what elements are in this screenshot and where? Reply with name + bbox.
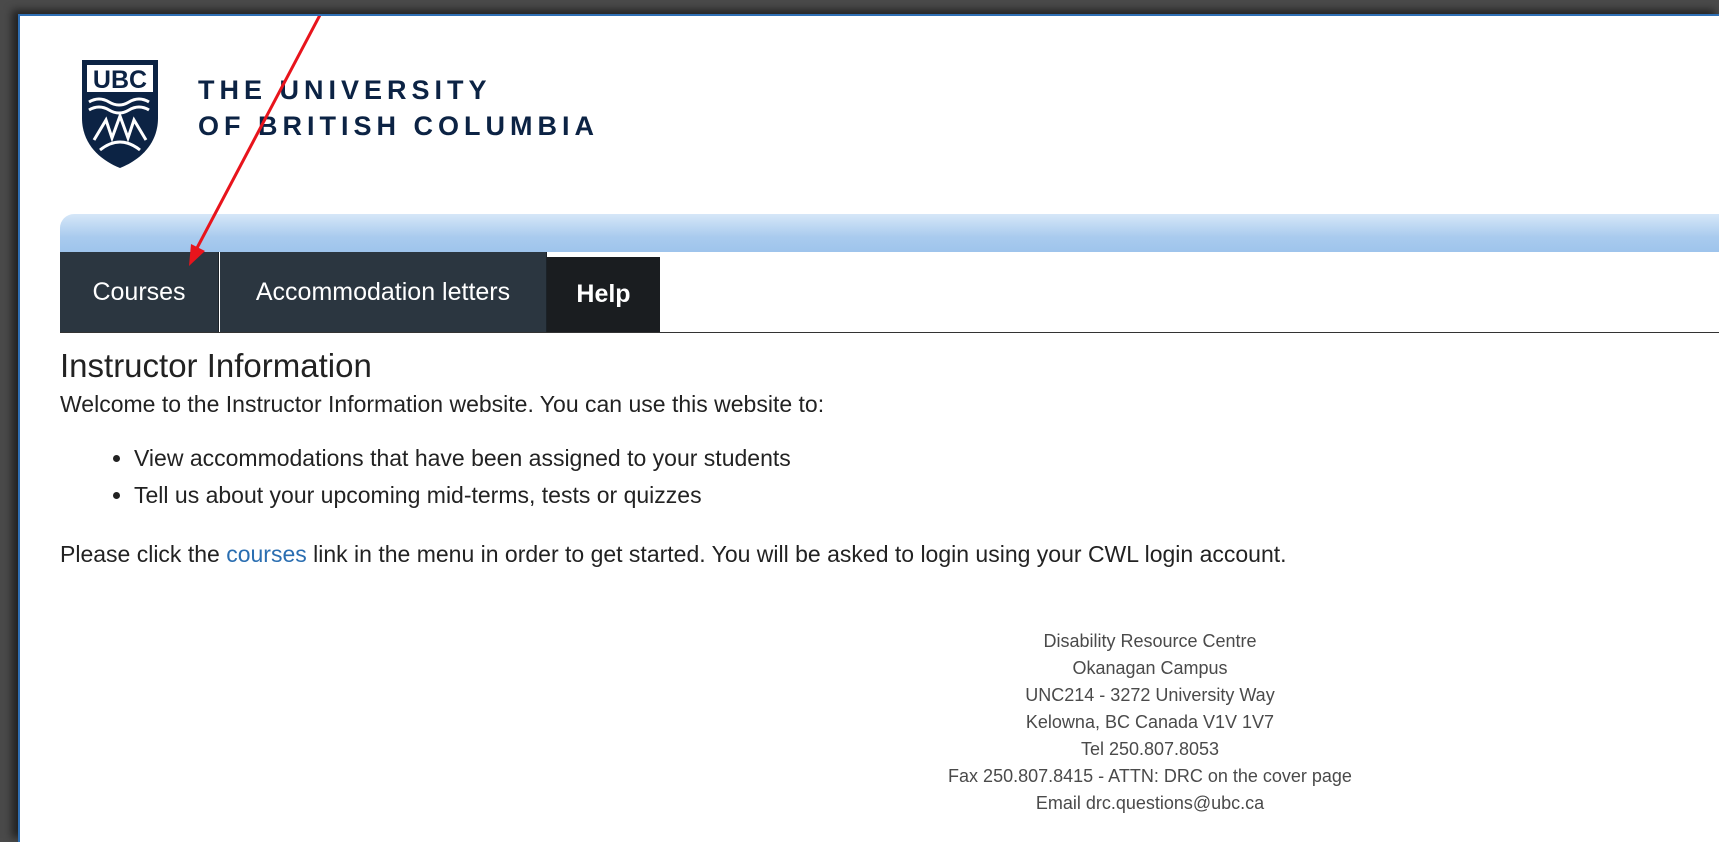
page-title: Instructor Information (60, 347, 372, 384)
ubc-brand[interactable]: UBC THE UNIVERSITY OF BRITISH COLUMBIA (78, 56, 599, 170)
contact-footer: Disability Resource Centre Okanagan Camp… (20, 628, 1719, 817)
footer-address: UNC214 - 3272 University Way (1025, 685, 1275, 705)
cta-prefix: Please click the (60, 541, 227, 567)
header-banner (60, 214, 1719, 252)
ubc-crest-logo: UBC (82, 60, 158, 168)
footer-campus: Okanagan Campus (1072, 658, 1228, 678)
courses-link[interactable]: courses (226, 541, 307, 567)
wordmark-line2: OF BRITISH COLUMBIA (198, 111, 599, 141)
instructions-text: Please click the courses link in the men… (60, 538, 1660, 570)
intro-text: Welcome to the Instructor Information we… (60, 391, 825, 417)
nav-tab-courses[interactable]: Courses (60, 252, 219, 332)
browser-page: UBC THE UNIVERSITY OF BRITISH COLUMBIA C… (18, 14, 1719, 842)
feature-item: Tell us about your upcoming mid-terms, t… (134, 477, 1660, 514)
feature-list: View accommodations that have been assig… (60, 440, 1660, 514)
feature-item: View accommodations that have been assig… (134, 440, 1660, 477)
footer-fax: Fax 250.807.8415 - ATTN: DRC on the cove… (948, 766, 1352, 786)
main-content: Instructor Information Welcome to the In… (60, 346, 1660, 570)
footer-city: Kelowna, BC Canada V1V 1V7 (1025, 712, 1275, 732)
main-nav: Courses Accommodation letters Help (60, 252, 1719, 333)
footer-phone: Tel 250.807.8053 (1080, 739, 1220, 759)
nav-tab-help[interactable]: Help (547, 252, 660, 332)
footer-email[interactable]: Email drc.questions@ubc.ca (20, 790, 1719, 817)
ubc-logo-text: UBC (93, 66, 147, 94)
cta-suffix: link in the menu in order to get started… (306, 541, 1287, 567)
university-wordmark: THE UNIVERSITY OF BRITISH COLUMBIA (198, 72, 599, 144)
footer-org: Disability Resource Centre (1043, 631, 1257, 651)
nav-tab-accommodation-letters[interactable]: Accommodation letters (220, 252, 547, 332)
wordmark-line1: THE UNIVERSITY (198, 75, 492, 105)
